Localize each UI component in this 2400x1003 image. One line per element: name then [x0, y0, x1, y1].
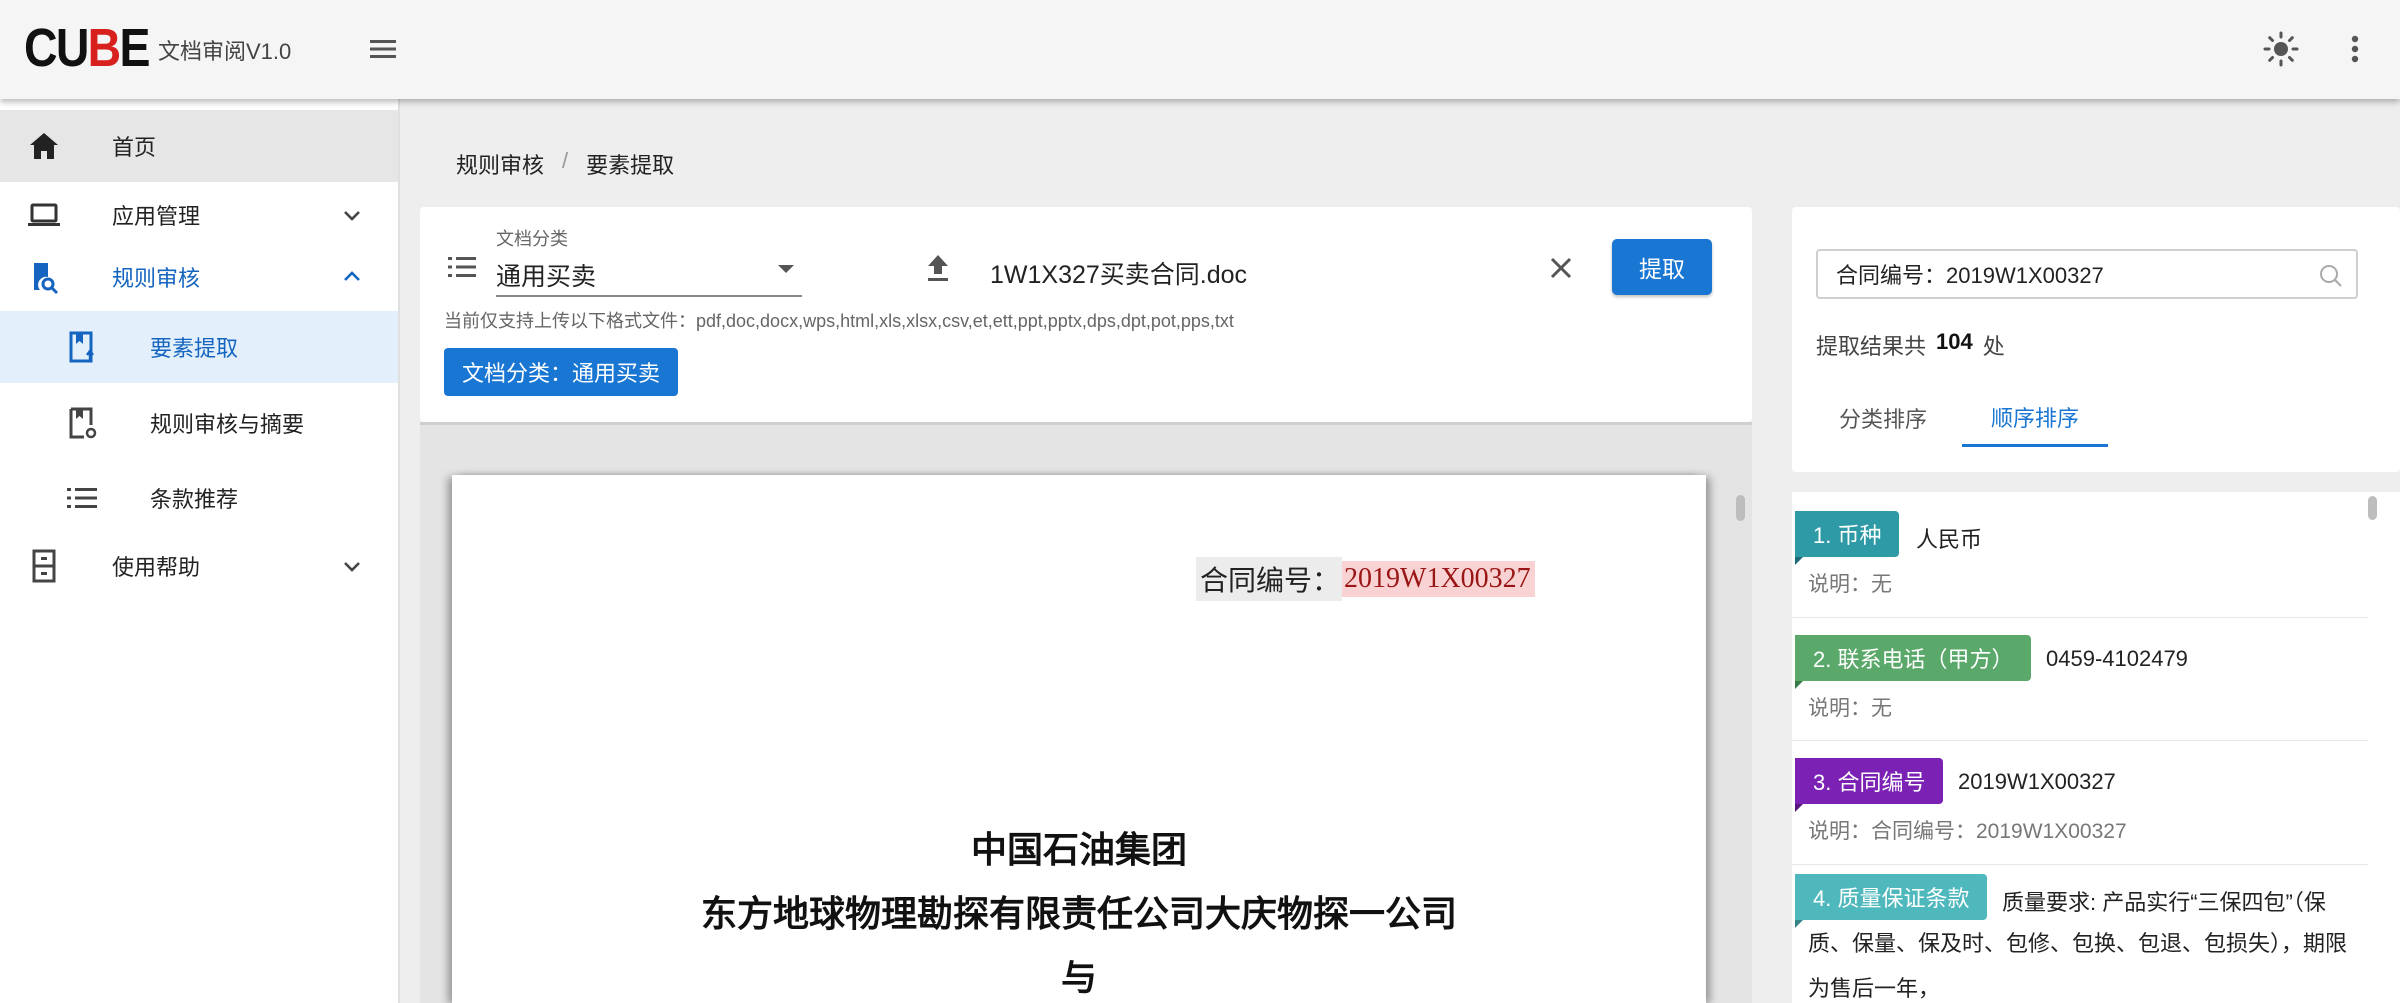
sidebar: 首页 应用管理 规则审核 要素提取 规则审核与摘要 条款推荐 使用帮助: [0, 99, 400, 1003]
result-value: 2019W1X00327: [1958, 769, 2116, 794]
result-description: 说明：无: [1808, 697, 1892, 720]
doc-heading-line-1: 中国石油集团: [970, 830, 1187, 871]
sidebar-item-help[interactable]: 使用帮助: [0, 530, 398, 602]
category-chip-button[interactable]: 文档分类：通用买卖: [444, 348, 679, 396]
result-count-number: 104: [1936, 329, 1973, 354]
result-tag: 3. 合同编号: [1795, 758, 1944, 812]
sidebar-item-rule-review[interactable]: 规则审核: [0, 241, 398, 313]
results-search-box[interactable]: [1816, 249, 2358, 299]
app-header: CU B E 文档审阅V1.0: [0, 0, 2400, 99]
doc-search-icon: [34, 263, 59, 295]
caret-down-icon: [778, 265, 794, 273]
sidebar-item-clause-recommend[interactable]: 条款推荐: [0, 462, 398, 534]
sidebar-item-element-extraction[interactable]: 要素提取: [0, 311, 398, 383]
sidebar-item-label: 规则审核: [112, 266, 201, 291]
extract-button[interactable]: 提取: [1612, 239, 1712, 295]
tab-category-sort[interactable]: 分类排序: [1808, 389, 1958, 447]
sidebar-item-label: 首页: [112, 135, 157, 160]
sidebar-item-label: 条款推荐: [150, 487, 239, 512]
extraction-toolbar-card: 文档分类 通用买卖 1W1X327买卖合同.doc 提取 当前仅支持上传以下格式…: [420, 207, 1752, 422]
result-description: 说明：合同编号：2019W1X00327: [1808, 820, 2127, 843]
more-vert-icon[interactable]: [2342, 30, 2368, 68]
doc-gear-icon: [69, 407, 97, 439]
breadcrumb-parent[interactable]: 规则审核: [456, 148, 544, 180]
logo-text-b: B: [87, 18, 122, 78]
brightness-icon[interactable]: [2262, 30, 2300, 68]
result-value: 人民币: [1916, 527, 1983, 552]
breadcrumb-current: 要素提取: [586, 153, 675, 178]
sidebar-item-rule-review-summary[interactable]: 规则审核与摘要: [0, 387, 398, 459]
list-item[interactable]: 1. 币种 人民币 说明：无: [1792, 492, 2368, 618]
breadcrumb-separator: /: [562, 148, 569, 173]
document-viewer[interactable]: 合同编号： 2019W1X00327 中国石油集团 东方地球物理勘探有限责任公司大…: [420, 422, 1752, 1003]
result-count: 提取结果共 104 处: [1816, 329, 2005, 361]
bookmark-upload-icon: [69, 331, 94, 363]
chevron-down-icon: [344, 211, 360, 221]
results-search-input[interactable]: [1836, 259, 2306, 289]
result-value-continued: 为售后一年，: [1808, 976, 1941, 1001]
doc-heading-line-2: 东方地球物理勘探有限责任公司大庆物探一公司: [700, 894, 1457, 935]
list-item[interactable]: 3. 合同编号 2019W1X00327 说明：合同编号：2019W1X0032…: [1792, 741, 2368, 865]
sidebar-item-label: 规则审核与摘要: [150, 412, 305, 437]
contract-number-highlight[interactable]: 合同编号： 2019W1X00327: [1196, 557, 1535, 601]
doc-heading-line-3: 与: [1060, 958, 1097, 999]
result-count-prefix: 提取结果共: [1816, 334, 1927, 359]
list-icon: [448, 257, 476, 277]
breadcrumb: 规则审核 / 要素提取: [456, 148, 674, 180]
list-item[interactable]: 2. 联系电话（甲方） 0459-4102479 说明：无: [1792, 618, 2368, 741]
sidebar-item-label: 使用帮助: [112, 555, 201, 580]
results-list[interactable]: 1. 币种 人民币 说明：无 2. 联系电话（甲方） 0459-4102479 …: [1792, 492, 2400, 1003]
results-scrollbar[interactable]: [2368, 496, 2377, 520]
home-icon: [30, 133, 58, 159]
results-header-panel: 提取结果共 104 处 分类排序 顺序排序: [1792, 207, 2400, 472]
result-tag: 1. 币种: [1795, 511, 1900, 565]
uploaded-file-name: 1W1X327买卖合同.doc: [990, 261, 1248, 289]
result-description: 说明：无: [1808, 573, 1892, 596]
result-value-continued: 质、保量、保及时、包修、包换、包退、包损失），期限: [1808, 931, 2348, 956]
sidebar-item-home[interactable]: 首页: [0, 110, 398, 182]
tab-sequence-sort[interactable]: 顺序排序: [1962, 389, 2108, 447]
document-page: 合同编号： 2019W1X00327 中国石油集团 东方地球物理勘探有限责任公司大…: [452, 475, 1706, 1003]
result-tag: 2. 联系电话（甲方）: [1795, 635, 2032, 689]
result-tag: 4. 质量保证条款: [1795, 874, 1988, 928]
search-icon[interactable]: [2318, 263, 2344, 289]
viewer-scrollbar[interactable]: [1736, 495, 1745, 521]
category-select[interactable]: 通用买卖: [496, 249, 802, 297]
list-icon: [67, 488, 97, 508]
result-value: 0459-4102479: [2046, 646, 2188, 671]
logo-text-e: E: [119, 18, 150, 78]
list-item[interactable]: 4. 质量保证条款 质量要求: 产品实行“三保四包”（保 质、保量、保及时、包修…: [1792, 865, 2368, 1003]
menu-toggle-icon[interactable]: [366, 32, 400, 66]
cabinet-icon: [32, 549, 56, 583]
contract-number-value: 2019W1X00327: [1342, 561, 1535, 597]
laptop-icon: [28, 203, 60, 226]
app-title: 文档审阅V1.0: [158, 39, 292, 64]
sidebar-item-label: 要素提取: [150, 336, 239, 361]
chevron-down-icon: [344, 562, 360, 572]
category-field-label: 文档分类: [496, 229, 568, 249]
cube-logo[interactable]: CU B E: [24, 18, 150, 78]
sidebar-item-label: 应用管理: [112, 204, 201, 229]
logo-text-cu: CU: [24, 18, 89, 78]
chevron-up-icon: [344, 271, 360, 281]
category-select-value: 通用买卖: [496, 263, 597, 291]
supported-formats-hint: 当前仅支持上传以下格式文件：pdf,doc,docx,wps,html,xls,…: [444, 311, 1234, 331]
contract-number-label: 合同编号：: [1196, 557, 1343, 601]
result-value: 质量要求: 产品实行“三保四包”（保: [2002, 890, 2326, 915]
upload-icon[interactable]: [922, 251, 954, 285]
close-icon[interactable]: [1544, 251, 1578, 285]
result-count-suffix: 处: [1982, 334, 2005, 359]
